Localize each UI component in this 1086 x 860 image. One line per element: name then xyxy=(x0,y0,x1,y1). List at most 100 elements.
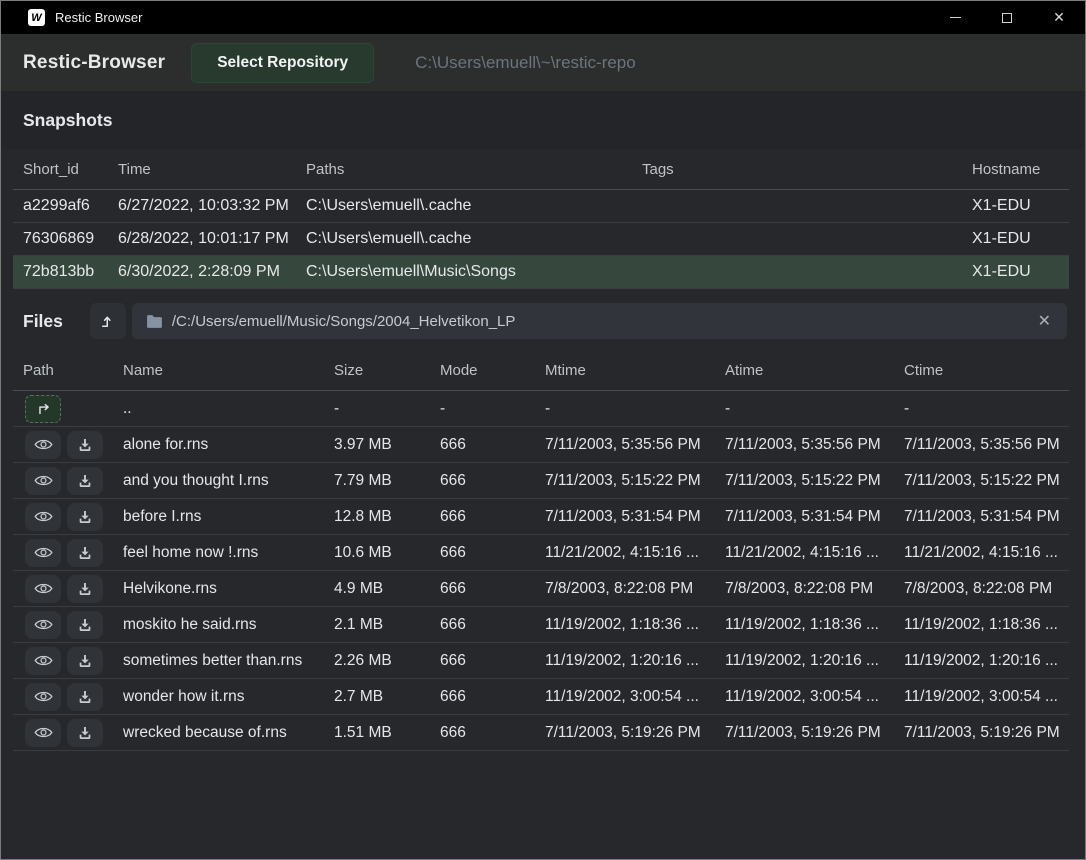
files-bar: Files ✕ xyxy=(1,289,1085,351)
download-file-button[interactable] xyxy=(67,467,103,495)
files-column-header: Ctime xyxy=(894,351,1069,390)
file-mode: 666 xyxy=(430,463,535,498)
snapshots-title: Snapshots xyxy=(23,110,112,131)
files-column-header: Atime xyxy=(715,351,894,390)
preview-file-button[interactable] xyxy=(25,431,61,459)
file-atime: 11/19/2002, 1:18:36 ... xyxy=(715,607,894,642)
files-column-header: Mode xyxy=(430,351,535,390)
file-mtime: 11/19/2002, 3:00:54 ... xyxy=(535,679,715,714)
download-file-button[interactable] xyxy=(67,719,103,747)
preview-file-button[interactable] xyxy=(25,719,61,747)
snapshot-paths: C:\Users\emuell\.cache xyxy=(296,190,632,222)
file-mode: 666 xyxy=(430,571,535,606)
file-mtime: 7/11/2003, 5:15:22 PM xyxy=(535,463,715,498)
preview-file-button[interactable] xyxy=(25,467,61,495)
file-mode: 666 xyxy=(430,679,535,714)
file-mode: 666 xyxy=(430,535,535,570)
file-ctime: 7/8/2003, 8:22:08 PM xyxy=(894,571,1069,606)
download-file-button[interactable] xyxy=(67,539,103,567)
file-size: 2.7 MB xyxy=(324,679,430,714)
download-file-button[interactable] xyxy=(67,503,103,531)
clear-path-button[interactable]: ✕ xyxy=(1032,309,1057,333)
files-column-header: Size xyxy=(324,351,430,390)
download-icon xyxy=(77,509,93,525)
file-ctime: 11/19/2002, 3:00:54 ... xyxy=(894,679,1069,714)
file-atime: 11/19/2002, 1:20:16 ... xyxy=(715,643,894,678)
file-mtime: 7/11/2003, 5:35:56 PM xyxy=(535,427,715,462)
app-logo-icon: W xyxy=(28,9,45,26)
preview-file-button[interactable] xyxy=(25,503,61,531)
file-atime: 7/11/2003, 5:15:22 PM xyxy=(715,463,894,498)
snapshots-section-header: Snapshots xyxy=(1,91,1085,149)
download-file-button[interactable] xyxy=(67,431,103,459)
snapshots-column-header: Paths xyxy=(296,149,632,189)
file-mtime: 7/8/2003, 8:22:08 PM xyxy=(535,571,715,606)
download-file-button[interactable] xyxy=(67,575,103,603)
file-mode: 666 xyxy=(430,643,535,678)
file-name: sometimes better than.rns xyxy=(113,643,324,678)
up-one-level-button[interactable] xyxy=(90,303,126,339)
snapshot-row[interactable]: a2299af6 6/27/2022, 10:03:32 PM C:\Users… xyxy=(13,190,1069,223)
snapshot-short-id: 72b813bb xyxy=(13,256,108,288)
preview-file-button[interactable] xyxy=(25,683,61,711)
file-name: wonder how it.rns xyxy=(113,679,324,714)
eye-icon xyxy=(34,653,53,668)
file-ctime: 7/11/2003, 5:19:26 PM xyxy=(894,715,1069,750)
file-ctime: 11/19/2002, 1:18:36 ... xyxy=(894,607,1069,642)
download-icon xyxy=(77,725,93,741)
close-button[interactable]: ✕ xyxy=(1033,1,1085,34)
close-icon: ✕ xyxy=(1053,9,1065,26)
file-name: Helvikone.rns xyxy=(113,571,324,606)
minimize-button[interactable] xyxy=(929,1,981,34)
select-repository-button[interactable]: Select Repository xyxy=(191,43,374,83)
file-mtime: 11/19/2002, 1:18:36 ... xyxy=(535,607,715,642)
file-mode: 666 xyxy=(430,607,535,642)
up-arrow-icon xyxy=(99,312,117,330)
current-path-box: ✕ xyxy=(132,303,1067,339)
empty-area xyxy=(1,751,1085,859)
snapshot-time: 6/27/2022, 10:03:32 PM xyxy=(108,190,296,222)
eye-icon xyxy=(34,617,53,632)
maximize-button[interactable] xyxy=(981,1,1033,34)
download-icon xyxy=(77,617,93,633)
parent-row-size: - xyxy=(324,391,430,426)
file-ctime: 11/19/2002, 1:20:16 ... xyxy=(894,643,1069,678)
file-atime: 7/11/2003, 5:35:56 PM xyxy=(715,427,894,462)
file-size: 2.26 MB xyxy=(324,643,430,678)
preview-file-button[interactable] xyxy=(25,539,61,567)
snapshot-row[interactable]: 76306869 6/28/2022, 10:01:17 PM C:\Users… xyxy=(13,223,1069,256)
file-row: and you thought I.rns 7.79 MB 666 7/11/2… xyxy=(13,463,1069,499)
path-input[interactable] xyxy=(172,313,1032,330)
preview-file-button[interactable] xyxy=(25,611,61,639)
files-column-header: Mtime xyxy=(535,351,715,390)
files-column-header: Path xyxy=(13,351,113,390)
file-row: alone for.rns 3.97 MB 666 7/11/2003, 5:3… xyxy=(13,427,1069,463)
file-size: 4.9 MB xyxy=(324,571,430,606)
files-column-header: Name xyxy=(113,351,324,390)
file-mtime: 7/11/2003, 5:19:26 PM xyxy=(535,715,715,750)
download-file-button[interactable] xyxy=(67,611,103,639)
repository-path: C:\Users\emuell\~\restic-repo xyxy=(415,53,636,73)
snapshot-short-id: 76306869 xyxy=(13,223,108,255)
go-to-parent-button[interactable] xyxy=(25,395,61,423)
snapshot-hostname: X1-EDU xyxy=(962,190,1069,222)
snapshot-time: 6/30/2022, 2:28:09 PM xyxy=(108,256,296,288)
file-row: wrecked because of.rns 1.51 MB 666 7/11/… xyxy=(13,715,1069,751)
file-mtime: 11/19/2002, 1:20:16 ... xyxy=(535,643,715,678)
snapshots-column-header: Hostname xyxy=(962,149,1069,189)
snapshot-row[interactable]: 72b813bb 6/30/2022, 2:28:09 PM C:\Users\… xyxy=(13,256,1069,289)
eye-icon xyxy=(34,437,53,452)
file-ctime: 7/11/2003, 5:35:56 PM xyxy=(894,427,1069,462)
file-atime: 7/8/2003, 8:22:08 PM xyxy=(715,571,894,606)
snapshot-paths: C:\Users\emuell\.cache xyxy=(296,223,632,255)
download-file-button[interactable] xyxy=(67,683,103,711)
preview-file-button[interactable] xyxy=(25,575,61,603)
eye-icon xyxy=(34,473,53,488)
file-row: wonder how it.rns 2.7 MB 666 11/19/2002,… xyxy=(13,679,1069,715)
preview-file-button[interactable] xyxy=(25,647,61,675)
file-ctime: 7/11/2003, 5:15:22 PM xyxy=(894,463,1069,498)
window-title: Restic Browser xyxy=(55,10,142,25)
download-file-button[interactable] xyxy=(67,647,103,675)
snapshots-table-header: Short_id Time Paths Tags Hostname xyxy=(13,149,1069,190)
snapshot-tags xyxy=(632,223,962,255)
